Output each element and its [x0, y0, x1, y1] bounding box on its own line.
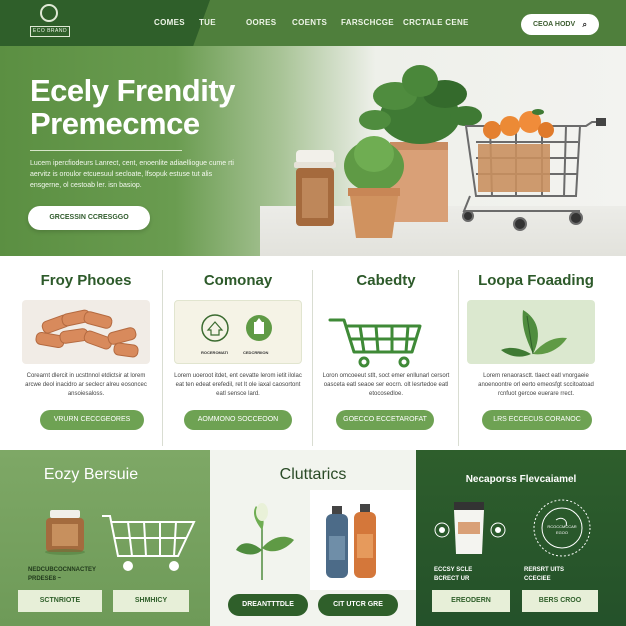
- feature-button[interactable]: GOECCO ECCETAROFAT: [336, 410, 434, 430]
- panel-caption: NEDCUBCOCNNACTEY: [28, 567, 97, 573]
- feature-body: Corearnt dlercit in ucsttnnol etdictsir …: [25, 373, 147, 397]
- badge-label-1: ROCEROMATI: [201, 350, 229, 355]
- storage-jar-image: [294, 150, 336, 226]
- feature-divider: [162, 270, 163, 446]
- cart-panel: [320, 306, 448, 370]
- badge-text: RCOCCMCCAR EGOO: [547, 524, 577, 535]
- logo[interactable]: ECO BRAND: [30, 4, 70, 40]
- hero-body-text: Lucem ipercfiodeurs Lanrect, cent, enoen…: [30, 160, 234, 189]
- food-image: [22, 300, 150, 364]
- panel-caption: RERSRT UITS: [524, 567, 565, 573]
- feature-title: Froy Phooes: [40, 272, 132, 289]
- feature-title: Comonay: [203, 272, 273, 289]
- nav-link-5[interactable]: FARSCHCGE: [341, 18, 394, 27]
- panel-caption: CCECIEE: [524, 576, 551, 582]
- feature-title: Cabedty: [356, 272, 416, 289]
- leaf-icon: [501, 310, 567, 357]
- bottom-panel-1: Eozy Bersuie NEDCUBCOCNNACTEY PRDESE8 ~ …: [0, 450, 210, 626]
- plant-and-bottles-image: [236, 490, 416, 590]
- panel-button-1[interactable]: EREODERN: [432, 590, 510, 612]
- nav-link-1[interactable]: COMES: [154, 18, 185, 27]
- panel-button-1[interactable]: DREANTTTDLE: [228, 594, 308, 616]
- cup-and-badge-image: [434, 499, 591, 557]
- leafy-plant-image: [359, 65, 482, 144]
- leaf-panel: [467, 300, 595, 364]
- nav-search-button[interactable]: CEOA HODV ⌕: [521, 14, 599, 35]
- panel-caption: PRDESE8 ~: [28, 576, 62, 582]
- feature-card-2: Comonay ROCEROMATI CEDCRRIION Lorem uoer…: [164, 266, 312, 444]
- feature-body: Lorem renaorasctt. tlaect eatl vnorgaeie…: [478, 373, 594, 397]
- hero-cta-button[interactable]: GRCESSIN CCRESGGO: [28, 206, 150, 230]
- eco-badges-icon: [201, 314, 272, 342]
- badge-label-2: CEDCRRIION: [243, 350, 269, 355]
- hero-title-line1: Ecely Frendity: [30, 73, 235, 108]
- feature-card-4: Loopa Foaading Lorem renaorasctt. tlaect…: [462, 266, 610, 444]
- feature-card-1: Froy Phooes Corearnt dlercit in ucsttnno…: [12, 266, 160, 444]
- feature-card-3: Cabedty Loron omcoeeut stlt, soct emer e…: [312, 266, 460, 444]
- produce-image: [478, 109, 554, 192]
- hero-illustration: [294, 65, 606, 238]
- hero-title: Ecely Frendity Premecmce: [30, 74, 235, 140]
- panel-caption: BCRECT UR: [434, 576, 470, 582]
- nav-link-4[interactable]: COENTS: [292, 18, 327, 27]
- feature-body: Lorem uoeroot itdet, ent cevatte lerom i…: [174, 373, 302, 397]
- baked-goods-icon: [35, 309, 139, 358]
- feature-body: Loron omcoeeut stlt, soct emer enllunarl…: [322, 373, 450, 397]
- hero-section: Ecely Frendity Premecmce Lucem ipercfiod…: [0, 46, 626, 256]
- feature-button[interactable]: LRS ECCECUS CORANOC: [482, 410, 592, 430]
- panel-button-2[interactable]: BERS CROO: [522, 590, 598, 612]
- hero-divider: [30, 150, 182, 151]
- feature-button[interactable]: VRURN CECCGEORES: [40, 410, 144, 430]
- icon-panel: ROCEROMATI CEDCRRIION: [174, 300, 302, 364]
- bottom-panel-2: Cluttarics DREANTTTDLE CIT UTCR GRE: [210, 450, 416, 626]
- top-nav: ECO BRAND COMES TUE OORES COENTS FARSCHC…: [0, 0, 626, 46]
- panel-title: Eozy Bersuie: [43, 466, 139, 483]
- bottom-panel-3: Necaporss Flevcaiamel RCOCCMCCAR EGOO EC…: [416, 450, 626, 626]
- feature-button[interactable]: AOMMONO SOCCEOON: [184, 410, 292, 430]
- panel-title: Necaporss Flevcaiamel: [465, 474, 577, 485]
- panel-caption: ECCSY SCLE: [434, 567, 473, 573]
- features-row: Froy Phooes Corearnt dlercit in ucsttnno…: [0, 256, 626, 450]
- leaf-icon: [40, 4, 58, 22]
- nav-link-2[interactable]: TUE: [199, 18, 216, 27]
- panel-button-1[interactable]: SCTNRIOTE: [18, 590, 102, 612]
- panel-button-2[interactable]: CIT UTCR GRE: [318, 594, 398, 616]
- panel-button-2[interactable]: SHMHICY: [113, 590, 189, 612]
- feature-title: Loopa Foaading: [478, 272, 594, 289]
- hero-title-line2: Premecmce: [30, 106, 200, 141]
- nav-link-6[interactable]: CRCTALE CENE: [403, 18, 469, 27]
- search-icon: ⌕: [582, 20, 587, 29]
- nav-link-3[interactable]: OORES: [246, 18, 276, 27]
- panel-title: Cluttarics: [279, 466, 347, 483]
- logo-text: ECO BRAND: [30, 26, 70, 37]
- nav-button-label: CEOA HODV: [533, 21, 576, 28]
- shopping-cart-icon: [328, 318, 422, 368]
